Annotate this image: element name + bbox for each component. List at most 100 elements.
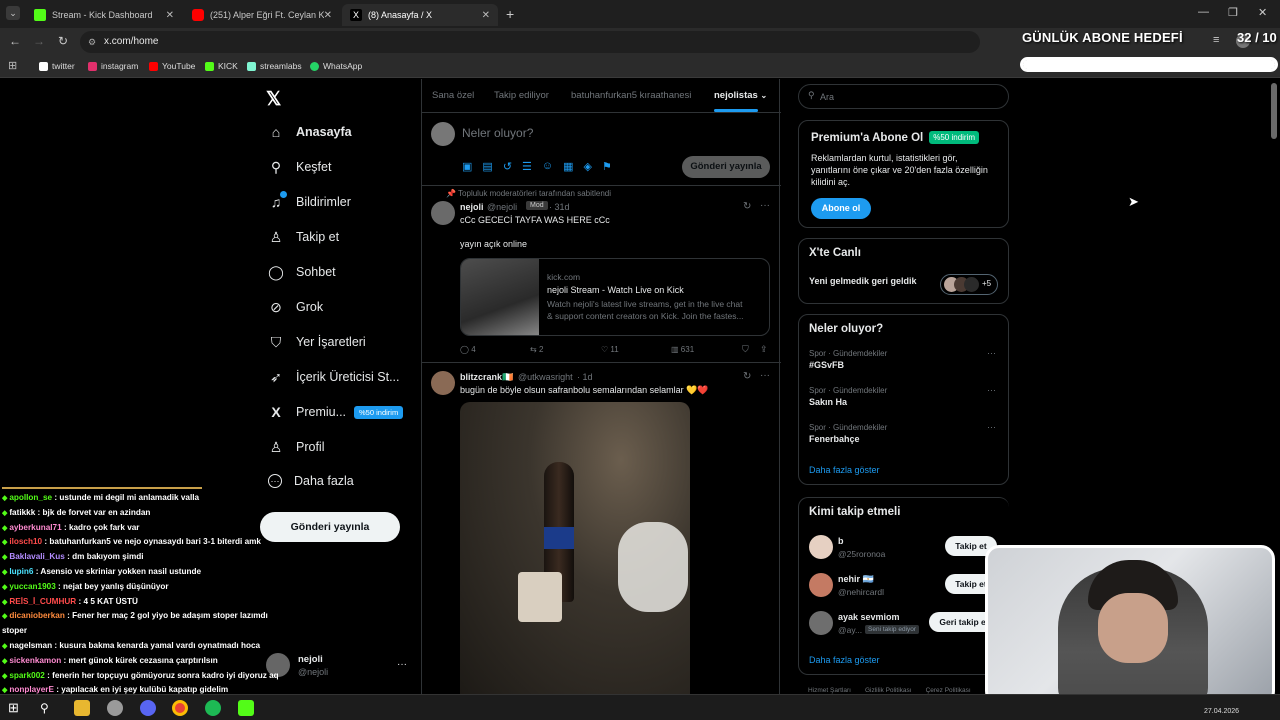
url-input[interactable]: ⚙ x.com/home (80, 31, 980, 53)
subscribe-button[interactable]: Abone ol (811, 198, 871, 219)
tweet-author-name[interactable]: nejoli (460, 202, 484, 212)
follow-name[interactable]: ayak sevmiom (838, 612, 900, 622)
grok-icon[interactable]: ↻ (743, 371, 751, 382)
trend-item[interactable]: Spor · Gündemdekiler Sakın Ha (809, 386, 887, 407)
tweet-avatar[interactable] (431, 371, 455, 395)
footer-link-privacy[interactable]: Gizlilik Politikası (865, 687, 912, 694)
compose-post-button[interactable]: Gönderi yayınla (682, 156, 770, 178)
apps-grid-icon[interactable]: ⊞ (8, 59, 17, 72)
share-icon[interactable]: ⇪ (760, 344, 768, 355)
live-space-title[interactable]: Yeni gelmedik geri geldik (809, 276, 917, 286)
sidebar-item-explore[interactable]: ⚲ Keşfet (268, 159, 332, 175)
browser-tab-x[interactable]: X (8) Anasayfa / X ✕ (342, 4, 498, 26)
follow-avatar[interactable] (809, 573, 833, 597)
new-tab-button[interactable]: + (506, 6, 514, 22)
page-scrollbar[interactable] (1271, 83, 1277, 139)
restore-window-icon[interactable]: ❐ (1228, 6, 1238, 19)
footer-link-terms[interactable]: Hizmet Şartları (808, 687, 851, 694)
trend-more-icon[interactable]: ··· (987, 385, 996, 395)
menu-icon[interactable]: ≡ (1213, 34, 1219, 46)
bookmark-instagram[interactable]: instagram (88, 61, 138, 71)
close-window-icon[interactable]: ✕ (1258, 6, 1267, 19)
tweet-author-handle[interactable]: @nejoli (487, 202, 517, 212)
tab-community-kiraathane[interactable]: batuhanfurkan5 kıraathanesi (571, 90, 691, 101)
file-explorer-icon[interactable] (74, 700, 90, 716)
reload-icon[interactable]: ↻ (55, 34, 71, 48)
trend-item[interactable]: Spor · Gündemdekiler Fenerbahçe (809, 423, 887, 444)
tweet-author-name[interactable]: blitzcrank🇮🇪 (460, 372, 513, 383)
trends-show-more-link[interactable]: Daha fazla göster (809, 465, 880, 475)
discord-icon[interactable] (140, 700, 156, 716)
tab-for-you[interactable]: Sana özel (432, 90, 474, 101)
bookmark-twitter[interactable]: twitter (39, 61, 75, 71)
footer-link-cookies[interactable]: Çerez Politikası (926, 687, 971, 694)
follow-name[interactable]: nehir 🇦🇷 (838, 574, 874, 585)
link-card[interactable]: kick.com nejoli Stream - Watch Live on K… (460, 258, 770, 336)
like-button[interactable]: ♡ 11 (601, 345, 619, 354)
location-icon[interactable]: ◈ (584, 160, 592, 173)
sidebar-item-home[interactable]: ⌂ Anasayfa (268, 124, 352, 140)
flag-icon[interactable]: ⚑ (602, 160, 612, 173)
account-more-icon[interactable]: ··· (397, 659, 407, 670)
compose-input[interactable]: Neler oluyor? (462, 126, 533, 140)
chrome-icon[interactable] (172, 700, 188, 716)
schedule-icon[interactable]: ▦ (563, 160, 573, 173)
account-name[interactable]: nejoli (298, 654, 323, 665)
repost-button[interactable]: ⇆ 2 (530, 345, 543, 354)
close-tab-icon[interactable]: ✕ (324, 10, 332, 21)
grok-icon[interactable]: ↻ (743, 201, 751, 212)
bookmark-kick[interactable]: KICK (205, 61, 238, 71)
who-to-follow-show-more-link[interactable]: Daha fazla göster (809, 655, 880, 665)
live-participants[interactable]: +5 (940, 274, 998, 295)
image-icon[interactable]: ▣ (462, 160, 472, 173)
sidebar-post-button[interactable]: Gönderi yayınla (260, 512, 400, 542)
x-logo-icon[interactable]: 𝕏 (266, 88, 281, 111)
bookmark-youtube[interactable]: YouTube (149, 61, 195, 71)
sidebar-item-follow[interactable]: ♙ Takip et (268, 229, 339, 245)
trend-more-icon[interactable]: ··· (987, 422, 996, 432)
sidebar-item-chat[interactable]: ◯ Sohbet (268, 264, 335, 280)
poll-icon[interactable]: ☰ (522, 160, 532, 173)
sidebar-item-grok[interactable]: ⊘ Grok (268, 299, 323, 315)
back-icon[interactable]: ← (7, 34, 23, 48)
close-tab-icon[interactable]: ✕ (482, 10, 490, 21)
forward-icon[interactable]: → (31, 34, 47, 48)
taskbar-search-icon[interactable]: ⚲ (40, 700, 56, 716)
minimize-window-icon[interactable]: — (1198, 6, 1209, 18)
sidebar-item-more[interactable]: ⋯ Daha fazla (268, 474, 354, 488)
sidebar-item-premium[interactable]: X Premiu... %50 indirim (268, 404, 404, 420)
windows-start-icon[interactable]: ⊞ (8, 700, 24, 716)
site-info-icon[interactable]: ⚙ (88, 31, 96, 53)
tab-search-chevron-icon[interactable]: ⌄ (6, 6, 20, 20)
reply-button[interactable]: ◯ 4 (460, 345, 476, 354)
spotify-icon[interactable] (205, 700, 221, 716)
gif-icon[interactable]: ▤ (482, 160, 492, 173)
bookmark-icon[interactable]: ⛉ (742, 344, 749, 355)
tweet-more-icon[interactable]: ··· (760, 370, 770, 381)
tweet-photo[interactable] (460, 402, 690, 694)
bookmark-streamlabs[interactable]: streamlabs (247, 61, 302, 71)
search-input[interactable]: ⚲ Ara (798, 84, 1009, 109)
grok-icon[interactable]: ↺ (503, 160, 512, 173)
tweet-more-icon[interactable]: ··· (760, 200, 770, 211)
views-button[interactable]: ▥ 631 (671, 345, 694, 354)
tweet-author-handle[interactable]: @utkwasright (518, 372, 573, 382)
browser-tab-kick[interactable]: Stream - Kick Dashboard ✕ (26, 4, 182, 26)
trend-more-icon[interactable]: ··· (987, 348, 996, 358)
tab-nejolistas[interactable]: nejolistas ⌄ (714, 90, 767, 101)
trend-item[interactable]: Spor · Gündemdekiler #GSvFB (809, 349, 887, 370)
kick-app-icon[interactable] (238, 700, 254, 716)
close-tab-icon[interactable]: ✕ (166, 10, 174, 21)
tweet-avatar[interactable] (431, 201, 455, 225)
sidebar-item-notifications[interactable]: ♫ Bildirimler (268, 191, 351, 210)
follow-avatar[interactable] (809, 535, 833, 559)
browser-tab-youtube[interactable]: (251) Alper Eğri Ft. Ceylan Koy ✕ (184, 4, 340, 26)
tab-following[interactable]: Takip ediliyor (494, 90, 549, 101)
sidebar-item-creator-studio[interactable]: ➶ İçerik Üreticisi St... (268, 369, 399, 385)
follow-name[interactable]: b (838, 536, 844, 546)
follow-avatar[interactable] (809, 611, 833, 635)
sidebar-item-profile[interactable]: ♙ Profil (268, 439, 325, 455)
emoji-icon[interactable]: ☺ (542, 160, 553, 173)
app-icon[interactable] (107, 700, 123, 716)
sidebar-item-bookmarks[interactable]: ⛉ Yer İşaretleri (268, 334, 366, 350)
